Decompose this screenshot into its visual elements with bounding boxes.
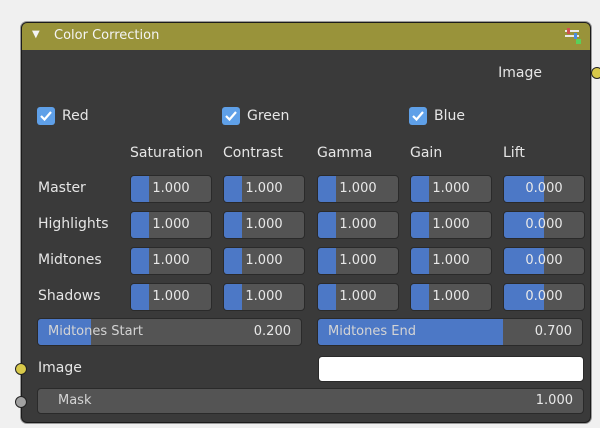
master-saturation-field[interactable]: 1.000 xyxy=(130,175,212,203)
field-value: 1.000 xyxy=(432,253,470,268)
field-value: 1.000 xyxy=(245,289,283,304)
shadows-gamma-field[interactable]: 1.000 xyxy=(317,283,399,311)
field-value: 1.000 xyxy=(152,289,190,304)
mask-value: 1.000 xyxy=(535,393,573,408)
image-output-socket[interactable] xyxy=(591,67,600,79)
highlights-saturation-field[interactable]: 1.000 xyxy=(130,211,212,239)
shadows-saturation-field[interactable]: 1.000 xyxy=(130,283,212,311)
field-value: 1.000 xyxy=(245,181,283,196)
midtones-end-value: 0.700 xyxy=(534,324,572,339)
checkmark-icon xyxy=(412,111,424,122)
midtones-start-value: 0.200 xyxy=(253,324,291,339)
red-channel-label: Red xyxy=(62,108,89,124)
highlights-gamma-field[interactable]: 1.000 xyxy=(317,211,399,239)
blue-checkbox[interactable] xyxy=(409,107,427,125)
column-header-gamma: Gamma xyxy=(317,145,373,161)
master-gamma-field[interactable]: 1.000 xyxy=(317,175,399,203)
column-header-contrast: Contrast xyxy=(223,145,283,161)
row-label-midtones: Midtones xyxy=(38,252,102,268)
field-value: 1.000 xyxy=(152,181,190,196)
midtones-end-label: Midtones End xyxy=(328,324,416,339)
row-label-master: Master xyxy=(38,180,86,196)
field-value: 0.000 xyxy=(525,253,563,268)
master-contrast-field[interactable]: 1.000 xyxy=(223,175,305,203)
midtones-saturation-field[interactable]: 1.000 xyxy=(130,247,212,275)
shadows-contrast-field[interactable]: 1.000 xyxy=(223,283,305,311)
field-value: 0.000 xyxy=(525,181,563,196)
column-header-lift: Lift xyxy=(503,145,525,161)
field-value: 1.000 xyxy=(245,217,283,232)
row-label-highlights: Highlights xyxy=(38,216,109,232)
master-lift-field[interactable]: 0.000 xyxy=(503,175,585,203)
field-value: 1.000 xyxy=(339,253,377,268)
highlights-lift-field[interactable]: 0.000 xyxy=(503,211,585,239)
field-value: 1.000 xyxy=(152,253,190,268)
field-value: 1.000 xyxy=(339,289,377,304)
input-image-label: Image xyxy=(38,360,82,376)
red-checkbox[interactable] xyxy=(37,107,55,125)
midtones-contrast-field[interactable]: 1.000 xyxy=(223,247,305,275)
field-value: 1.000 xyxy=(432,181,470,196)
field-value: 1.000 xyxy=(339,217,377,232)
column-header-saturation: Saturation xyxy=(130,145,203,161)
shadows-lift-field[interactable]: 0.000 xyxy=(503,283,585,311)
image-color-field[interactable] xyxy=(318,356,584,382)
midtones-lift-field[interactable]: 0.000 xyxy=(503,247,585,275)
field-value: 0.000 xyxy=(525,289,563,304)
image-input-socket[interactable] xyxy=(15,363,27,375)
shadows-gain-field[interactable]: 1.000 xyxy=(410,283,492,311)
color-correction-node[interactable]: ▼ Color Correction Image Red Green Blue Sa… xyxy=(21,22,591,423)
midtones-gamma-field[interactable]: 1.000 xyxy=(317,247,399,275)
field-value: 0.000 xyxy=(525,217,563,232)
field-value: 1.000 xyxy=(432,217,470,232)
highlights-contrast-field[interactable]: 1.000 xyxy=(223,211,305,239)
blue-channel-label: Blue xyxy=(434,108,465,124)
column-header-gain: Gain xyxy=(410,145,443,161)
midtones-end-slider[interactable]: Midtones End 0.700 xyxy=(317,318,583,346)
master-gain-field[interactable]: 1.000 xyxy=(410,175,492,203)
mask-input-socket[interactable] xyxy=(15,396,27,408)
midtones-start-slider[interactable]: Midtones Start 0.200 xyxy=(37,318,302,346)
green-channel-label: Green xyxy=(247,108,290,124)
field-value: 1.000 xyxy=(152,217,190,232)
output-image-label: Image xyxy=(498,65,542,81)
field-value: 1.000 xyxy=(339,181,377,196)
field-value: 1.000 xyxy=(245,253,283,268)
node-title: Color Correction xyxy=(54,28,160,43)
node-header[interactable]: ▼ Color Correction xyxy=(22,23,590,50)
midtones-gain-field[interactable]: 1.000 xyxy=(410,247,492,275)
color-correction-node-icon xyxy=(565,28,581,44)
checkmark-icon xyxy=(225,111,237,122)
mask-field[interactable]: Mask 1.000 xyxy=(37,388,584,414)
row-label-shadows: Shadows xyxy=(38,288,101,304)
field-value: 1.000 xyxy=(432,289,470,304)
highlights-gain-field[interactable]: 1.000 xyxy=(410,211,492,239)
collapse-arrow-icon[interactable]: ▼ xyxy=(32,29,40,40)
green-checkbox[interactable] xyxy=(222,107,240,125)
checkmark-icon xyxy=(40,111,52,122)
midtones-start-label: Midtones Start xyxy=(48,324,144,339)
mask-label: Mask xyxy=(58,393,92,408)
